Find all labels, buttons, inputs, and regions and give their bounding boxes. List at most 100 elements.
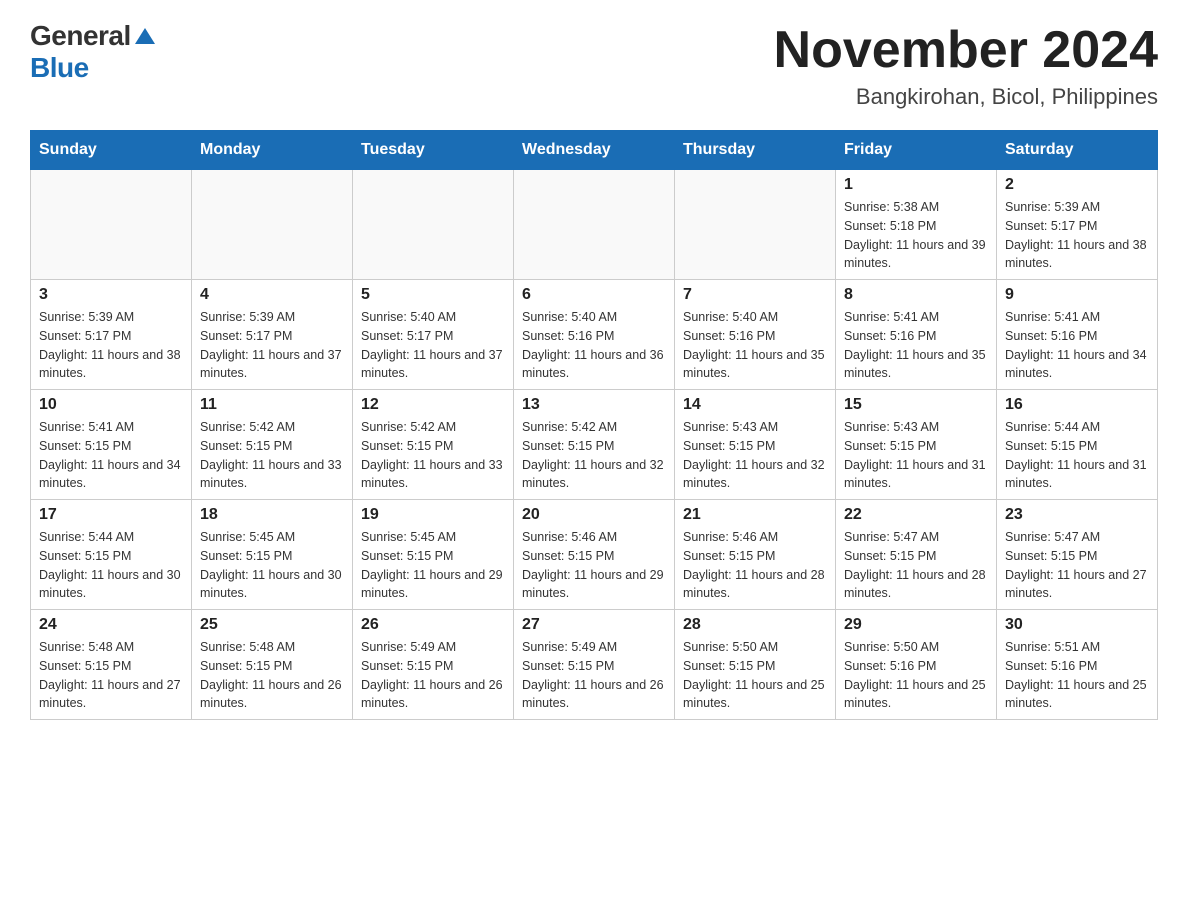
- day-info: Sunrise: 5:48 AMSunset: 5:15 PMDaylight:…: [200, 638, 344, 713]
- day-number: 7: [683, 286, 827, 304]
- day-number: 12: [361, 396, 505, 414]
- day-info: Sunrise: 5:40 AMSunset: 5:17 PMDaylight:…: [361, 308, 505, 383]
- day-number: 13: [522, 396, 666, 414]
- day-number: 3: [39, 286, 183, 304]
- day-number: 16: [1005, 396, 1149, 414]
- calendar-day-cell: 8Sunrise: 5:41 AMSunset: 5:16 PMDaylight…: [836, 280, 997, 390]
- day-info: Sunrise: 5:44 AMSunset: 5:15 PMDaylight:…: [1005, 418, 1149, 493]
- day-number: 25: [200, 616, 344, 634]
- calendar-day-cell: 28Sunrise: 5:50 AMSunset: 5:15 PMDayligh…: [675, 610, 836, 720]
- day-info: Sunrise: 5:42 AMSunset: 5:15 PMDaylight:…: [200, 418, 344, 493]
- logo: General Blue: [30, 20, 155, 84]
- calendar-day-cell: 5 Sunrise: 5:40 AMSunset: 5:17 PMDaylight…: [353, 280, 514, 390]
- day-info: Sunrise: 5:39 AMSunset: 5:17 PMDaylight:…: [200, 308, 344, 383]
- weekday-header-monday: Monday: [192, 131, 353, 170]
- day-number: 6: [522, 286, 666, 304]
- calendar-day-cell: 16 Sunrise: 5:44 AMSunset: 5:15 PMDayligh…: [997, 390, 1158, 500]
- calendar-day-cell: 23 Sunrise: 5:47 AMSunset: 5:15 PMDayligh…: [997, 500, 1158, 610]
- calendar-day-cell: 21 Sunrise: 5:46 AMSunset: 5:15 PMDayligh…: [675, 500, 836, 610]
- calendar-header: SundayMondayTuesdayWednesdayThursdayFrid…: [31, 131, 1158, 170]
- calendar-day-cell: 13 Sunrise: 5:42 AMSunset: 5:15 PMDayligh…: [514, 390, 675, 500]
- day-number: 9: [1005, 286, 1149, 304]
- day-info: Sunrise: 5:41 AMSunset: 5:15 PMDaylight:…: [39, 418, 183, 493]
- day-number: 10: [39, 396, 183, 414]
- calendar-day-cell: 14 Sunrise: 5:43 AMSunset: 5:15 PMDayligh…: [675, 390, 836, 500]
- calendar-day-cell: 6 Sunrise: 5:40 AMSunset: 5:16 PMDaylight…: [514, 280, 675, 390]
- calendar-day-cell: 22 Sunrise: 5:47 AMSunset: 5:15 PMDayligh…: [836, 500, 997, 610]
- day-info: Sunrise: 5:50 AMSunset: 5:15 PMDaylight:…: [683, 638, 827, 713]
- day-info: Sunrise: 5:45 AMSunset: 5:15 PMDaylight:…: [361, 528, 505, 603]
- weekday-header-wednesday: Wednesday: [514, 131, 675, 170]
- day-info: Sunrise: 5:43 AMSunset: 5:15 PMDaylight:…: [844, 418, 988, 493]
- day-number: 4: [200, 286, 344, 304]
- day-info: Sunrise: 5:51 AMSunset: 5:16 PMDaylight:…: [1005, 638, 1149, 713]
- day-number: 14: [683, 396, 827, 414]
- calendar-day-cell: 17 Sunrise: 5:44 AMSunset: 5:15 PMDayligh…: [31, 500, 192, 610]
- calendar-day-cell: [514, 170, 675, 280]
- calendar-day-cell: 12Sunrise: 5:42 AMSunset: 5:15 PMDayligh…: [353, 390, 514, 500]
- calendar-day-cell: 27Sunrise: 5:49 AMSunset: 5:15 PMDayligh…: [514, 610, 675, 720]
- calendar-day-cell: 25 Sunrise: 5:48 AMSunset: 5:15 PMDayligh…: [192, 610, 353, 720]
- calendar-day-cell: 20 Sunrise: 5:46 AMSunset: 5:15 PMDayligh…: [514, 500, 675, 610]
- day-number: 11: [200, 396, 344, 414]
- calendar-week-row: 17 Sunrise: 5:44 AMSunset: 5:15 PMDayligh…: [31, 500, 1158, 610]
- weekday-header-thursday: Thursday: [675, 131, 836, 170]
- day-number: 17: [39, 506, 183, 524]
- header: General Blue November 2024 Bangkirohan, …: [30, 20, 1158, 110]
- calendar-day-cell: 18 Sunrise: 5:45 AMSunset: 5:15 PMDayligh…: [192, 500, 353, 610]
- day-number: 15: [844, 396, 988, 414]
- calendar-day-cell: 7 Sunrise: 5:40 AMSunset: 5:16 PMDaylight…: [675, 280, 836, 390]
- calendar-day-cell: [353, 170, 514, 280]
- day-info: Sunrise: 5:41 AMSunset: 5:16 PMDaylight:…: [844, 308, 988, 383]
- day-number: 20: [522, 506, 666, 524]
- logo-blue-text: Blue: [30, 52, 89, 84]
- day-info: Sunrise: 5:42 AMSunset: 5:15 PMDaylight:…: [522, 418, 666, 493]
- day-info: Sunrise: 5:41 AMSunset: 5:16 PMDaylight:…: [1005, 308, 1149, 383]
- day-info: Sunrise: 5:46 AMSunset: 5:15 PMDaylight:…: [683, 528, 827, 603]
- day-info: Sunrise: 5:46 AMSunset: 5:15 PMDaylight:…: [522, 528, 666, 603]
- weekday-header-row: SundayMondayTuesdayWednesdayThursdayFrid…: [31, 131, 1158, 170]
- day-info: Sunrise: 5:38 AMSunset: 5:18 PMDaylight:…: [844, 198, 988, 273]
- day-number: 24: [39, 616, 183, 634]
- day-info: Sunrise: 5:50 AMSunset: 5:16 PMDaylight:…: [844, 638, 988, 713]
- day-number: 18: [200, 506, 344, 524]
- calendar-day-cell: 11 Sunrise: 5:42 AMSunset: 5:15 PMDayligh…: [192, 390, 353, 500]
- day-number: 23: [1005, 506, 1149, 524]
- calendar-week-row: 24 Sunrise: 5:48 AMSunset: 5:15 PMDayligh…: [31, 610, 1158, 720]
- day-info: Sunrise: 5:43 AMSunset: 5:15 PMDaylight:…: [683, 418, 827, 493]
- calendar-day-cell: 19Sunrise: 5:45 AMSunset: 5:15 PMDayligh…: [353, 500, 514, 610]
- calendar-day-cell: 15 Sunrise: 5:43 AMSunset: 5:15 PMDayligh…: [836, 390, 997, 500]
- month-year-title: November 2024: [774, 20, 1158, 80]
- calendar-day-cell: 26Sunrise: 5:49 AMSunset: 5:15 PMDayligh…: [353, 610, 514, 720]
- title-area: November 2024 Bangkirohan, Bicol, Philip…: [774, 20, 1158, 110]
- day-info: Sunrise: 5:47 AMSunset: 5:15 PMDaylight:…: [1005, 528, 1149, 603]
- calendar-day-cell: 29Sunrise: 5:50 AMSunset: 5:16 PMDayligh…: [836, 610, 997, 720]
- day-number: 1: [844, 176, 988, 194]
- calendar-day-cell: 30Sunrise: 5:51 AMSunset: 5:16 PMDayligh…: [997, 610, 1158, 720]
- day-info: Sunrise: 5:47 AMSunset: 5:15 PMDaylight:…: [844, 528, 988, 603]
- day-number: 5: [361, 286, 505, 304]
- calendar-day-cell: 9 Sunrise: 5:41 AMSunset: 5:16 PMDaylight…: [997, 280, 1158, 390]
- day-info: Sunrise: 5:40 AMSunset: 5:16 PMDaylight:…: [522, 308, 666, 383]
- day-info: Sunrise: 5:49 AMSunset: 5:15 PMDaylight:…: [361, 638, 505, 713]
- day-info: Sunrise: 5:44 AMSunset: 5:15 PMDaylight:…: [39, 528, 183, 603]
- calendar-body: 1 Sunrise: 5:38 AMSunset: 5:18 PMDaylight…: [31, 170, 1158, 720]
- calendar-day-cell: 2Sunrise: 5:39 AMSunset: 5:17 PMDaylight…: [997, 170, 1158, 280]
- day-info: Sunrise: 5:45 AMSunset: 5:15 PMDaylight:…: [200, 528, 344, 603]
- calendar-week-row: 1 Sunrise: 5:38 AMSunset: 5:18 PMDaylight…: [31, 170, 1158, 280]
- calendar-table: SundayMondayTuesdayWednesdayThursdayFrid…: [30, 130, 1158, 720]
- weekday-header-saturday: Saturday: [997, 131, 1158, 170]
- weekday-header-friday: Friday: [836, 131, 997, 170]
- weekday-header-tuesday: Tuesday: [353, 131, 514, 170]
- day-info: Sunrise: 5:40 AMSunset: 5:16 PMDaylight:…: [683, 308, 827, 383]
- day-number: 21: [683, 506, 827, 524]
- location-subtitle: Bangkirohan, Bicol, Philippines: [774, 84, 1158, 110]
- day-info: Sunrise: 5:39 AMSunset: 5:17 PMDaylight:…: [1005, 198, 1149, 273]
- calendar-day-cell: 24Sunrise: 5:48 AMSunset: 5:15 PMDayligh…: [31, 610, 192, 720]
- weekday-header-sunday: Sunday: [31, 131, 192, 170]
- day-info: Sunrise: 5:49 AMSunset: 5:15 PMDaylight:…: [522, 638, 666, 713]
- day-number: 22: [844, 506, 988, 524]
- calendar-day-cell: 1 Sunrise: 5:38 AMSunset: 5:18 PMDaylight…: [836, 170, 997, 280]
- calendar-day-cell: [675, 170, 836, 280]
- day-info: Sunrise: 5:39 AMSunset: 5:17 PMDaylight:…: [39, 308, 183, 383]
